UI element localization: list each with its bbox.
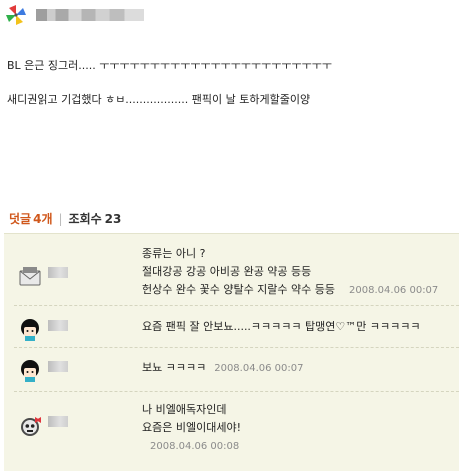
- commenter-name-blurred[interactable]: [48, 320, 68, 331]
- author-name-blurred[interactable]: [36, 9, 144, 21]
- comment-item: 보뇨 ㅋㅋㅋㅋ 2008.04.06 00:07: [4, 348, 459, 388]
- comment-date: 2008.04.06 00:07: [214, 363, 304, 374]
- comment-date: 2008.04.06 00:08: [150, 441, 240, 452]
- comment-line-text: 보뇨 ㅋㅋㅋㅋ: [142, 361, 207, 374]
- divider: |: [58, 212, 63, 226]
- comment-text: 보뇨 ㅋㅋㅋㅋ 2008.04.06 00:07: [142, 359, 303, 378]
- comment-date: 2008.04.06 00:07: [349, 285, 439, 296]
- commenter-name-blurred[interactable]: [48, 416, 68, 427]
- views-label: 조회수: [68, 212, 102, 226]
- comment-item: 나 비엘애독자인데 요즘은 비엘이대세야! 2008.04.06 00:08: [4, 392, 459, 470]
- comment-line: 나 비엘애독자인데: [142, 403, 227, 416]
- comment-line: 요즘 팬픽 잘 안보뇨.....ㅋㅋㅋㅋㅋ 탑맹연♡™만 ㅋㅋㅋㅋㅋ: [142, 320, 421, 333]
- post-header: [3, 4, 303, 28]
- comment-text: 요즘 팬픽 잘 안보뇨.....ㅋㅋㅋㅋㅋ 탑맹연♡™만 ㅋㅋㅋㅋㅋ: [142, 318, 420, 336]
- comments-count[interactable]: 4개: [33, 212, 52, 226]
- comment-line: 헌상수 완수 꽃수 양탈수 지랄수 약수 등등 2008.04.06 00:07: [142, 281, 438, 300]
- comment-list: 종류는 아니 ? 절대강공 강공 아비공 완공 약공 등등 헌상수 완수 꽃수 …: [4, 233, 459, 471]
- comment-item: 요즘 팬픽 잘 안보뇨.....ㅋㅋㅋㅋㅋ 탑맹연♡™만 ㅋㅋㅋㅋㅋ: [4, 306, 459, 347]
- commenter-name-blurred[interactable]: [48, 361, 68, 372]
- comment-text: 종류는 아니 ? 절대강공 강공 아비공 완공 약공 등등 헌상수 완수 꽃수 …: [142, 245, 438, 300]
- comment-line-text: 헌상수 완수 꽃수 양탈수 지랄수 약수 등등: [142, 283, 336, 296]
- skull-bow-avatar-icon[interactable]: [18, 415, 42, 439]
- comment-line: 2008.04.06 00:08: [142, 437, 241, 456]
- pinwheel-icon: [6, 5, 26, 25]
- comment-line: 종류는 아니 ?: [142, 247, 206, 260]
- comment-line: 요즘은 비엘이대세야!: [142, 421, 241, 434]
- comment-item: 종류는 아니 ? 절대강공 강공 아비공 완공 약공 등등 헌상수 완수 꽃수 …: [4, 234, 459, 301]
- commenter-name-blurred[interactable]: [48, 267, 68, 278]
- comment-line: 절대강공 강공 아비공 완공 약공 등등: [142, 265, 312, 278]
- comments-toggle-label[interactable]: 덧글: [9, 212, 31, 226]
- comment-stats-bar: 덧글 4개 | 조회수 23: [9, 210, 121, 227]
- post-text-line: BL 은근 징그러..... ㅜㅜㅜㅜㅜㅜㅜㅜㅜㅜㅜㅜㅜㅜㅜㅜㅜㅜㅜㅜㅜㅜㅜ: [7, 59, 333, 72]
- envelope-avatar-icon[interactable]: [18, 265, 42, 289]
- black-hair-character-avatar-icon[interactable]: [18, 359, 42, 383]
- post-text-line: 새디권읽고 기겁했다 ㅎㅂ.................. 팬픽이 날 토하…: [7, 93, 311, 106]
- comment-text: 나 비엘애독자인데 요즘은 비엘이대세야! 2008.04.06 00:08: [142, 401, 241, 456]
- black-hair-character-avatar-icon[interactable]: [18, 318, 42, 342]
- comment-line: 보뇨 ㅋㅋㅋㅋ 2008.04.06 00:07: [142, 359, 303, 378]
- views-count: 23: [104, 212, 122, 226]
